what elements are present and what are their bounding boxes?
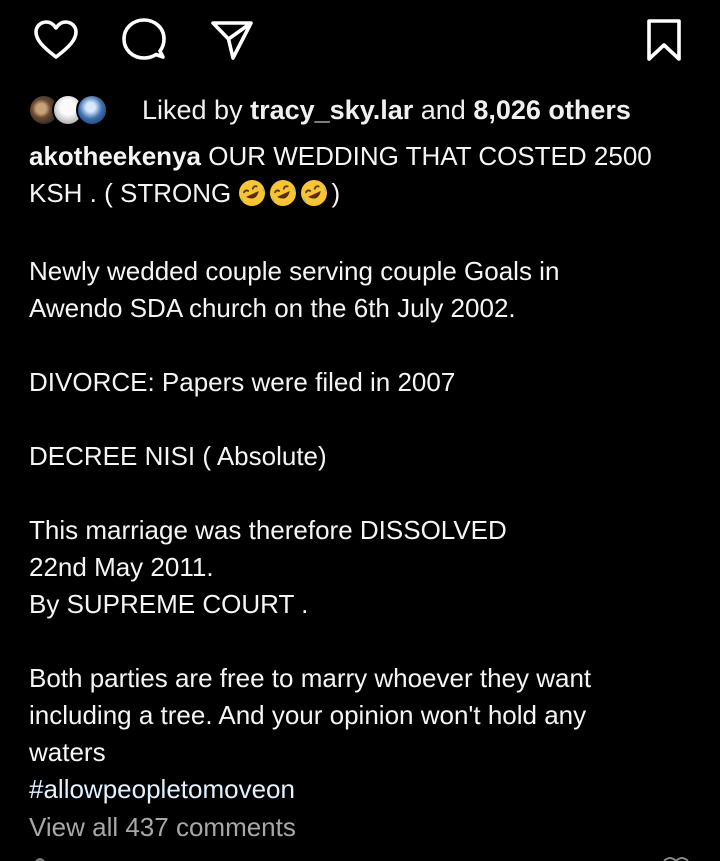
emoji-group <box>238 179 331 216</box>
caption-line: waters <box>29 737 106 767</box>
rolling-on-floor-laughing-emoji-icon <box>301 180 328 206</box>
caption-line: KSH . ( STRONG) <box>29 175 699 216</box>
caption-line: Both parties are free to marry whoever t… <box>29 663 592 693</box>
save-button[interactable] <box>640 16 688 64</box>
caption-text: KSH . ( STRONG <box>29 178 232 208</box>
liker-avatars <box>28 90 128 130</box>
hashtag-link[interactable]: #allowpeopletomoveon <box>29 771 699 808</box>
bookmark-icon <box>647 19 681 61</box>
likes-row[interactable]: Liked by tracy_sky.lar and 8,026 others <box>28 88 708 132</box>
likes-prefix: Liked by <box>142 94 243 125</box>
caption-line: Awendo SDA church on the 6th July 2002. <box>29 293 516 323</box>
comment-button[interactable] <box>120 16 168 64</box>
caption-line: akotheekenya OUR WEDDING THAT COSTED 250… <box>29 138 699 175</box>
caption-text: OUR WEDDING THAT COSTED 2500 <box>208 141 652 171</box>
rolling-on-floor-laughing-emoji-icon <box>270 180 297 206</box>
share-button[interactable] <box>208 16 256 64</box>
heart-icon <box>34 20 78 59</box>
caption-line: By SUPREME COURT . <box>29 589 309 619</box>
caption-line: DIVORCE: Papers were filed in 2007 <box>29 367 456 397</box>
likes-others-count[interactable]: 8,026 others <box>473 95 631 125</box>
caption-line: DECREE NISI ( Absolute) <box>29 441 327 471</box>
send-icon <box>211 21 253 60</box>
avatar <box>76 94 108 126</box>
post-caption: akotheekenya OUR WEDDING THAT COSTED 250… <box>29 138 699 808</box>
like-button[interactable] <box>32 16 80 64</box>
caption-line: This marriage was therefore DISSOLVED <box>29 515 507 545</box>
rolling-on-floor-laughing-emoji-icon <box>239 180 266 206</box>
caption-username[interactable]: akotheekenya <box>29 141 201 171</box>
likes-connector: and <box>420 94 466 125</box>
next-row-peek <box>35 857 689 861</box>
likes-summary: Liked by tracy_sky.lar and 8,026 others <box>142 95 631 126</box>
comment-icon <box>122 18 166 60</box>
caption-line: including a tree. And your opinion won't… <box>29 700 587 730</box>
liker-username[interactable]: tracy_sky.lar <box>250 95 413 125</box>
caption-line: Newly wedded couple serving couple Goals… <box>29 256 560 286</box>
view-all-comments-link[interactable]: View all 437 comments <box>29 812 296 843</box>
post-action-bar <box>0 16 720 66</box>
caption-line: 22nd May 2011. <box>29 552 214 582</box>
caption-text: ) <box>331 178 341 208</box>
